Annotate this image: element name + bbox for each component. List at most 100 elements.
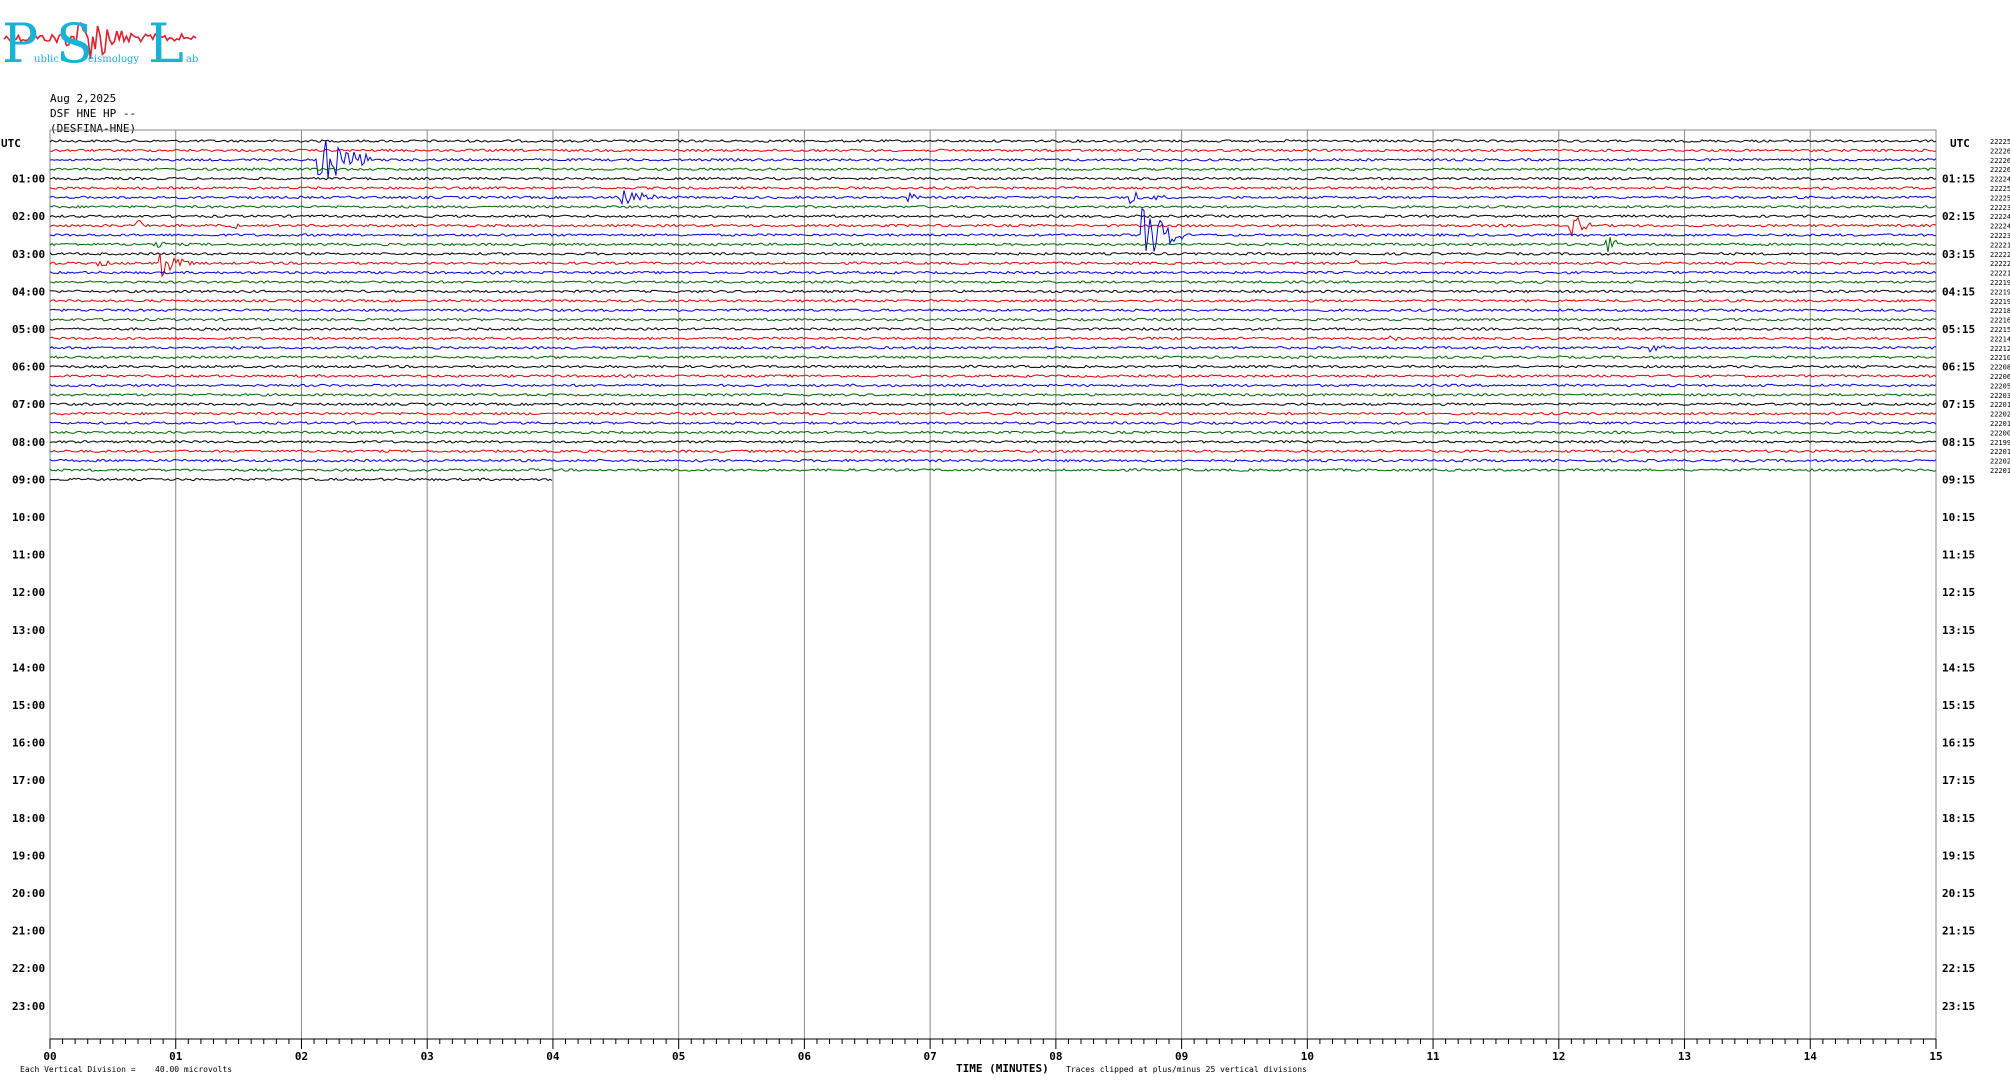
seismic-trace	[49, 140, 1937, 179]
left-hour-label: 22:00	[12, 962, 45, 975]
left-hour-label: 05:00	[12, 323, 45, 336]
left-hour-label: 23:00	[12, 1000, 45, 1013]
x-tick-label: 05	[672, 1050, 685, 1063]
x-tick-label: 15	[1929, 1050, 1942, 1063]
trace-rms-label: 22210	[1990, 354, 2010, 362]
seismic-trace	[49, 374, 1937, 378]
trace-rms-label: 22218	[1990, 307, 2010, 315]
trace-rms-label: 22222	[1990, 260, 2010, 268]
clip-note: Traces clipped at plus/minus 25 vertical…	[1066, 1065, 1307, 1074]
seismic-trace	[49, 176, 1937, 181]
scale-note-prefix: Each Vertical Division =	[20, 1065, 136, 1074]
left-hour-label: 15:00	[12, 699, 45, 712]
seismic-trace	[49, 139, 1937, 143]
right-hour-label: 20:15	[1942, 887, 1975, 900]
seismic-trace	[49, 411, 1937, 416]
left-hour-label: 10:00	[12, 511, 45, 524]
right-hour-label: 18:15	[1942, 812, 1975, 825]
left-hour-label: 13:00	[12, 624, 45, 637]
trace-rms-label: 22219	[1990, 288, 2010, 296]
right-hour-label: 12:15	[1942, 586, 1975, 599]
right-hour-label: 14:15	[1942, 661, 1975, 674]
x-tick-label: 12	[1552, 1050, 1565, 1063]
seismic-trace	[49, 298, 1937, 303]
seismic-trace	[49, 468, 1937, 472]
seismic-trace	[49, 167, 1937, 172]
trace-rms-label: 22212	[1990, 345, 2010, 353]
seismic-trace	[49, 237, 1937, 252]
trace-group	[49, 139, 1937, 482]
trace-rms-label: 22224	[1990, 176, 2010, 184]
right-hour-label: 06:15	[1942, 361, 1975, 374]
seismic-trace	[49, 402, 1937, 407]
trace-rms-label: 22221	[1990, 241, 2010, 249]
trace-rms-label: 22199	[1990, 439, 2010, 447]
right-hour-label: 08:15	[1942, 436, 1975, 449]
seismic-trace	[49, 190, 1937, 206]
left-hour-label: 20:00	[12, 887, 45, 900]
left-hour-label: 03:00	[12, 248, 45, 261]
right-hour-label: 19:15	[1942, 849, 1975, 862]
trace-rms-label: 22222	[1990, 251, 2010, 259]
left-hour-label: 21:00	[12, 925, 45, 938]
trace-rms-label: 22226	[1990, 157, 2010, 165]
trace-rms-label: 22221	[1990, 270, 2010, 278]
x-tick-label: 10	[1301, 1050, 1314, 1063]
right-hour-label: 05:15	[1942, 323, 1975, 336]
left-hour-label: 12:00	[12, 586, 45, 599]
seismic-trace	[49, 251, 1937, 256]
left-hour-label: 04:00	[12, 285, 45, 298]
left-hour-label: 08:00	[12, 436, 45, 449]
helicorder-chart: P ublic S eismology L ab Aug 2,2025 DSF …	[1, 12, 2010, 1075]
left-hour-label: 16:00	[12, 737, 45, 750]
trace-rms-label: 22201	[1990, 401, 2010, 409]
trace-rms-label: 22224	[1990, 223, 2010, 231]
trace-rms-label: 22219	[1990, 279, 2010, 287]
x-tick-label: 08	[1049, 1050, 1062, 1063]
seismic-trace	[49, 364, 1937, 369]
seismic-trace	[49, 327, 1937, 331]
trace-rms-label: 22202	[1990, 458, 2010, 466]
minute-grid	[49, 129, 1937, 1040]
trace-rms-labels: 2222522226222262222622224222252222522223…	[1990, 138, 2010, 475]
psl-logo: P ublic S eismology L ab	[2, 12, 198, 75]
trace-rms-label: 22216	[1990, 317, 2010, 325]
seismic-trace	[49, 439, 1937, 444]
x-tick-label: 01	[169, 1050, 183, 1063]
x-axis-title: TIME (MINUTES)	[956, 1062, 1049, 1075]
seismic-trace	[49, 186, 1937, 190]
left-hour-label: 14:00	[12, 661, 45, 674]
right-hour-label: 03:15	[1942, 248, 1975, 261]
right-hour-label: 02:15	[1942, 210, 1975, 223]
right-hour-label: 17:15	[1942, 774, 1975, 787]
trace-rms-label: 22208	[1990, 364, 2010, 372]
seismic-trace	[49, 289, 1937, 294]
right-hour-label: 15:15	[1942, 699, 1975, 712]
seismic-trace	[49, 317, 1937, 322]
left-hour-label: 01:00	[12, 173, 45, 186]
plot-frame	[49, 129, 1937, 1040]
trace-rms-label: 22201	[1990, 467, 2010, 475]
trace-rms-label: 22225	[1990, 185, 2010, 193]
trace-rms-label: 22224	[1990, 213, 2010, 221]
x-tick-label: 11	[1426, 1050, 1440, 1063]
seismic-trace	[49, 280, 1937, 284]
right-hour-label: 16:15	[1942, 737, 1975, 750]
trace-rms-label: 22223	[1990, 204, 2010, 212]
right-hour-label: 23:15	[1942, 1000, 1975, 1013]
x-tick-label: 03	[421, 1050, 434, 1063]
x-tick-label: 00	[43, 1050, 56, 1063]
trace-rms-label: 22201	[1990, 448, 2010, 456]
right-hour-label: 09:15	[1942, 473, 1975, 486]
trace-rms-label: 22225	[1990, 194, 2010, 202]
trace-rms-label: 22202	[1990, 411, 2010, 419]
x-tick-label: 04	[546, 1050, 560, 1063]
seismic-trace	[49, 214, 1937, 219]
right-hour-label: 01:15	[1942, 173, 1975, 186]
trace-rms-label: 22215	[1990, 326, 2010, 334]
channel-code: DSF HNE HP --	[50, 107, 136, 120]
station-name: (DESFINA-HNE)	[50, 122, 136, 135]
logo-word-lab: ab	[186, 54, 198, 65]
seismic-trace	[49, 449, 1937, 454]
x-tick-label: 02	[295, 1050, 308, 1063]
